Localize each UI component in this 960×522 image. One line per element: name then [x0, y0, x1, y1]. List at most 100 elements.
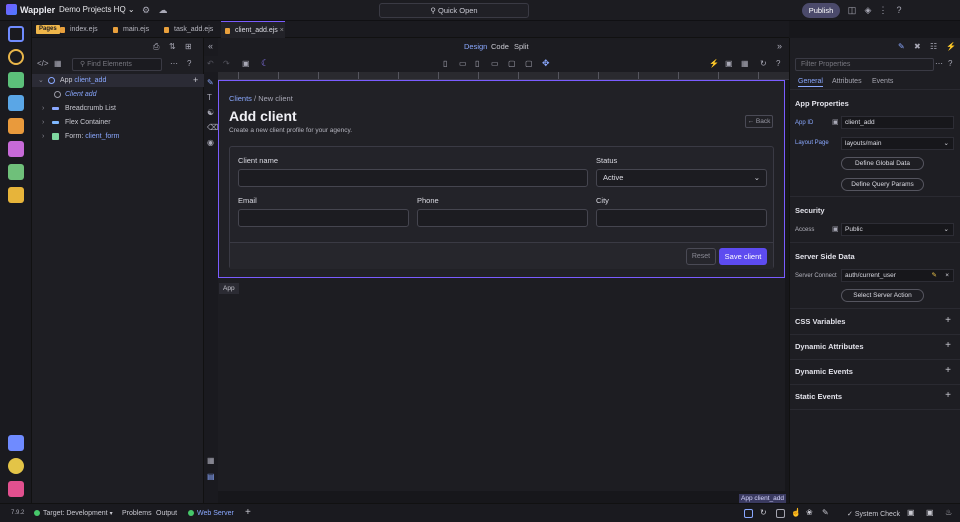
- edit-icon[interactable]: ✎: [207, 78, 214, 87]
- account-icon[interactable]: [8, 481, 24, 497]
- tree-item-client-add[interactable]: Client add: [32, 88, 204, 101]
- database-icon[interactable]: [8, 95, 24, 111]
- panel-layout-icon[interactable]: ◫: [846, 4, 858, 16]
- book-icon[interactable]: ▣: [832, 118, 839, 126]
- dynamic-attributes-heading[interactable]: Dynamic Attributes: [795, 342, 864, 351]
- close-icon[interactable]: ×: [280, 27, 284, 34]
- tree-item-form[interactable]: › Form: client_form: [32, 130, 204, 143]
- phone-input[interactable]: [417, 209, 588, 227]
- text-format-icon[interactable]: T: [207, 93, 212, 102]
- define-query-params-button[interactable]: Define Query Params: [841, 178, 924, 191]
- refresh-icon[interactable]: ↻: [760, 508, 767, 517]
- client-name-input[interactable]: [238, 169, 588, 187]
- device-desktop-icon[interactable]: ▢: [508, 59, 516, 68]
- book-icon[interactable]: ▣: [832, 225, 839, 233]
- gear-icon[interactable]: ⚙: [140, 4, 152, 16]
- add-icon[interactable]: +: [245, 507, 251, 518]
- dark-mode-icon[interactable]: ☾: [261, 58, 269, 69]
- lightning-icon[interactable]: ⚡: [946, 42, 956, 51]
- preview-icon[interactable]: [744, 509, 753, 518]
- selected-element-tag[interactable]: App client_add: [739, 494, 787, 503]
- grid-icon[interactable]: ▦: [207, 456, 215, 465]
- extensions-icon[interactable]: [8, 435, 24, 451]
- device-tablet-icon[interactable]: ▯: [475, 59, 479, 68]
- more-vertical-icon[interactable]: ⋮: [877, 4, 889, 16]
- output-tab[interactable]: Output: [156, 510, 177, 517]
- select-server-action-button[interactable]: Select Server Action: [841, 289, 924, 302]
- box-icon[interactable]: ▣: [907, 508, 915, 517]
- find-elements-input[interactable]: ⚲ Find Elements: [72, 58, 162, 71]
- help-icon[interactable]: ?: [776, 59, 780, 68]
- reset-button[interactable]: Reset: [686, 248, 716, 265]
- tree-item-flex-container[interactable]: › Flex Container: [32, 116, 204, 129]
- ai-robot-icon[interactable]: [8, 187, 24, 203]
- define-global-data-button[interactable]: Define Global Data: [841, 157, 924, 170]
- help-icon[interactable]: ?: [187, 59, 191, 68]
- mode-code[interactable]: Code: [491, 42, 509, 51]
- chevron-right-icon[interactable]: ›: [42, 130, 44, 143]
- device-phone-icon[interactable]: ▯: [443, 59, 447, 68]
- tree-item-app[interactable]: ⌄ App client_add +: [32, 74, 204, 87]
- help-icon[interactable]: ?: [893, 4, 905, 16]
- tab-attributes[interactable]: Attributes: [832, 78, 862, 85]
- robot-icon[interactable]: ▣: [926, 508, 934, 517]
- edit-icon[interactable]: ✎: [898, 42, 905, 51]
- save-client-button[interactable]: Save client: [719, 248, 767, 265]
- server-connect-icon[interactable]: [8, 118, 24, 134]
- tab-general[interactable]: General: [798, 78, 823, 87]
- server-connect-field[interactable]: auth/current_user ✎ ×: [841, 269, 954, 282]
- page-preview[interactable]: Clients / New client Add client Create a…: [218, 80, 785, 278]
- back-button[interactable]: ← Back: [745, 115, 773, 128]
- dynamic-events-heading[interactable]: Dynamic Events: [795, 367, 853, 376]
- hierarchy-icon[interactable]: ⊞: [185, 42, 192, 51]
- collapse-right-icon[interactable]: »: [777, 41, 782, 51]
- tab-index[interactable]: index.ejs: [56, 21, 104, 38]
- lightning-icon[interactable]: ⚡: [709, 59, 719, 68]
- cloud-icon[interactable]: ☁: [157, 4, 169, 16]
- css-variables-heading[interactable]: CSS Variables: [795, 317, 845, 326]
- problems-tab[interactable]: Problems: [122, 510, 152, 517]
- project-selector[interactable]: Demo Projects HQ ⌄: [59, 5, 135, 14]
- chevron-down-icon[interactable]: ⌄: [38, 74, 44, 87]
- close-icon[interactable]: ×: [945, 270, 949, 281]
- breadcrumb-link-clients[interactable]: Clients: [229, 94, 252, 103]
- app-id-field[interactable]: client_add: [841, 116, 954, 129]
- expand-plus-icon[interactable]: +: [945, 315, 951, 326]
- trash-icon[interactable]: ⌫: [207, 123, 218, 132]
- accessibility-icon[interactable]: ☯: [207, 108, 214, 117]
- git-icon[interactable]: [8, 49, 24, 65]
- pages-icon[interactable]: [8, 26, 24, 42]
- eye-icon[interactable]: ◉: [207, 138, 214, 147]
- more-horizontal-icon[interactable]: ⋯: [170, 59, 178, 68]
- access-select[interactable]: Public ⌄: [841, 223, 954, 236]
- target-selector[interactable]: Target: Development ▾: [34, 510, 113, 517]
- layout-icon[interactable]: ▤: [207, 472, 215, 481]
- bell-icon[interactable]: ♨: [945, 508, 952, 517]
- workflows-icon[interactable]: [8, 72, 24, 88]
- theme-drop-icon[interactable]: ◈: [862, 4, 874, 16]
- move-icon[interactable]: ✥: [542, 58, 550, 69]
- external-link-icon[interactable]: [776, 509, 785, 518]
- settings-gear-icon[interactable]: [8, 458, 24, 474]
- collapse-left-icon[interactable]: «: [208, 41, 213, 51]
- design-canvas[interactable]: Clients / New client Add client Create a…: [218, 80, 785, 491]
- expand-plus-icon[interactable]: +: [945, 340, 951, 351]
- bug-icon[interactable]: ❀: [806, 508, 813, 517]
- code-icon[interactable]: </>: [37, 59, 49, 68]
- brush-icon[interactable]: ✎: [822, 508, 829, 517]
- stack-icon[interactable]: ☷: [930, 42, 937, 51]
- pencil-icon[interactable]: ✎: [932, 270, 937, 281]
- email-input[interactable]: [238, 209, 409, 227]
- system-check-button[interactable]: ✓ System Check: [847, 510, 900, 518]
- help-icon[interactable]: ?: [948, 59, 952, 68]
- static-events-heading[interactable]: Static Events: [795, 392, 842, 401]
- status-select[interactable]: Active ⌄: [596, 169, 767, 187]
- tools-icon[interactable]: ✖: [914, 42, 921, 51]
- resources-icon[interactable]: [8, 141, 24, 157]
- filter-properties-input[interactable]: Filter Properties: [795, 58, 934, 71]
- tab-events[interactable]: Events: [872, 78, 893, 85]
- layers-icon[interactable]: [8, 164, 24, 180]
- expand-plus-icon[interactable]: +: [945, 365, 951, 376]
- redo-icon[interactable]: ↷: [223, 59, 230, 68]
- chevron-right-icon[interactable]: ›: [42, 116, 44, 129]
